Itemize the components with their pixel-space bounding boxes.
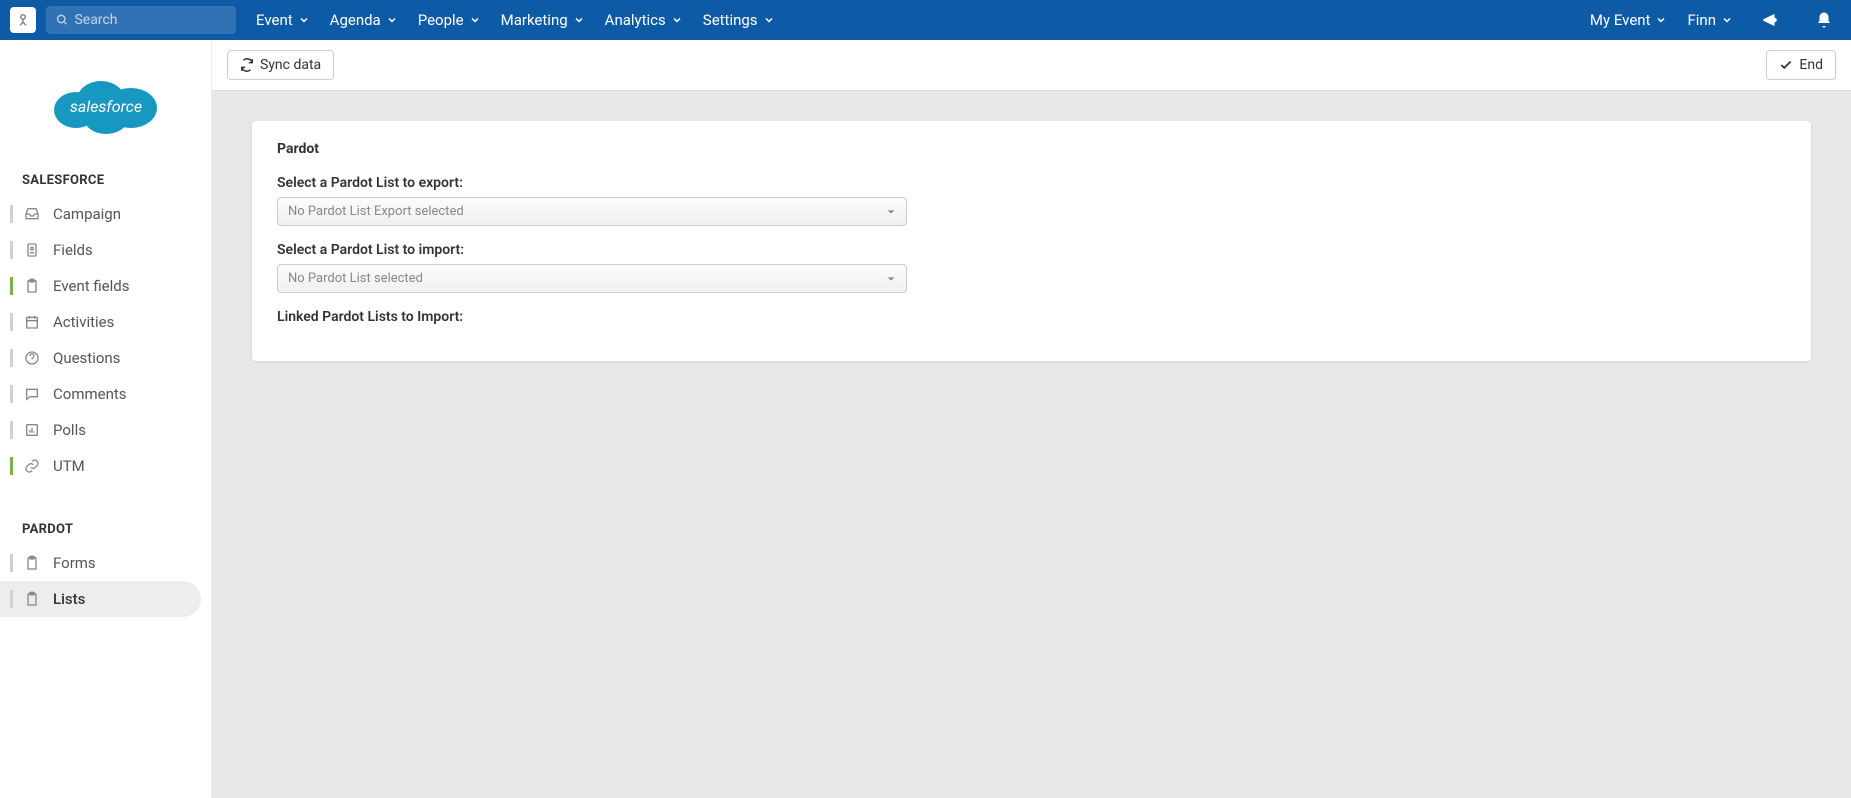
calendar-icon [23, 314, 41, 330]
select-placeholder: No Pardot List selected [288, 271, 423, 286]
svg-text:salesforce: salesforce [69, 97, 141, 116]
user-menu[interactable]: Finn [1687, 11, 1733, 29]
chevron-down-icon [386, 14, 398, 26]
sidebar-item-event-fields[interactable]: Event fields [0, 268, 211, 304]
select-placeholder: No Pardot List Export selected [288, 204, 464, 219]
sidebar-item-lists[interactable]: Lists [0, 581, 201, 617]
search-icon [56, 13, 68, 27]
sync-icon [240, 58, 254, 72]
salesforce-logo: salesforce [0, 40, 211, 165]
linked-lists-label: Linked Pardot Lists to Import: [277, 309, 1786, 325]
button-label: End [1799, 57, 1823, 73]
sidebar-item-fields[interactable]: Fields [0, 232, 211, 268]
id-icon [23, 242, 41, 258]
nav-right: My Event Finn [1590, 11, 1841, 29]
export-label: Select a Pardot List to export: [277, 175, 1786, 191]
sidebar-item-utm[interactable]: UTM [0, 448, 211, 484]
inbox-icon [23, 206, 41, 222]
pardot-card: Pardot Select a Pardot List to export: N… [252, 121, 1811, 361]
sidebar-item-polls[interactable]: Polls [0, 412, 211, 448]
sidebar-item-forms[interactable]: Forms [0, 545, 211, 581]
clipboard-icon [23, 591, 41, 607]
nav-label: People [418, 11, 464, 29]
import-label: Select a Pardot List to import: [277, 242, 1786, 258]
sidebar-item-label: Event fields [53, 277, 130, 295]
sidebar-item-label: Polls [53, 421, 86, 439]
nav-label: Event [256, 11, 293, 29]
announcements-icon[interactable] [1753, 11, 1787, 29]
button-label: Sync data [260, 57, 321, 73]
toolbar: Sync data End [212, 40, 1851, 91]
question-icon [23, 350, 41, 366]
notifications-icon[interactable] [1807, 11, 1841, 29]
nav-label: Settings [703, 11, 758, 29]
end-button[interactable]: End [1766, 50, 1836, 80]
chevron-down-icon [763, 14, 775, 26]
sidebar-item-label: Campaign [53, 205, 121, 223]
comment-icon [23, 386, 41, 402]
chevron-down-icon [671, 14, 683, 26]
nav-label: Finn [1687, 11, 1716, 29]
pardot-export-select[interactable]: No Pardot List Export selected [277, 197, 907, 226]
nav-event[interactable]: Event [256, 11, 310, 29]
section-salesforce: SALESFORCE [0, 165, 211, 196]
main-content: Sync data End Pardot Select a Pardot Lis… [212, 40, 1851, 798]
sidebar-item-label: UTM [53, 457, 85, 475]
nav-people[interactable]: People [418, 11, 481, 29]
sidebar-item-activities[interactable]: Activities [0, 304, 211, 340]
section-pardot: PARDOT [0, 514, 211, 545]
clipboard-icon [23, 555, 41, 571]
nav-label: My Event [1590, 11, 1651, 29]
pardot-import-select[interactable]: No Pardot List selected [277, 264, 907, 293]
clipboard-icon [23, 278, 41, 294]
sidebar-item-label: Fields [53, 241, 93, 259]
sidebar-item-label: Lists [53, 590, 85, 608]
nav-marketing[interactable]: Marketing [501, 11, 585, 29]
caret-down-icon [886, 274, 896, 284]
sidebar-item-label: Comments [53, 385, 127, 403]
nav-analytics[interactable]: Analytics [605, 11, 683, 29]
my-event-menu[interactable]: My Event [1590, 11, 1668, 29]
nav-settings[interactable]: Settings [703, 11, 775, 29]
nav-label: Agenda [330, 11, 381, 29]
chevron-down-icon [1721, 14, 1733, 26]
sidebar: salesforce SALESFORCE Campaign Fields Ev… [0, 40, 212, 798]
chevron-down-icon [573, 14, 585, 26]
nav-label: Analytics [605, 11, 666, 29]
search-input[interactable] [74, 12, 226, 28]
check-icon [1779, 58, 1793, 72]
sidebar-item-label: Forms [53, 554, 96, 572]
topbar: Event Agenda People Marketing Analytics … [0, 0, 1851, 40]
app-logo[interactable] [10, 7, 36, 33]
card-title: Pardot [277, 141, 1786, 157]
chart-icon [23, 422, 41, 438]
chevron-down-icon [298, 14, 310, 26]
caret-down-icon [886, 207, 896, 217]
search-box[interactable] [46, 6, 236, 34]
sidebar-item-label: Questions [53, 349, 120, 367]
sidebar-item-campaign[interactable]: Campaign [0, 196, 211, 232]
sidebar-item-label: Activities [53, 313, 114, 331]
chevron-down-icon [1655, 14, 1667, 26]
primary-nav: Event Agenda People Marketing Analytics … [256, 11, 775, 29]
nav-agenda[interactable]: Agenda [330, 11, 398, 29]
chevron-down-icon [469, 14, 481, 26]
link-icon [23, 458, 41, 474]
sidebar-item-comments[interactable]: Comments [0, 376, 211, 412]
sync-data-button[interactable]: Sync data [227, 50, 334, 80]
sidebar-item-questions[interactable]: Questions [0, 340, 211, 376]
nav-label: Marketing [501, 11, 568, 29]
